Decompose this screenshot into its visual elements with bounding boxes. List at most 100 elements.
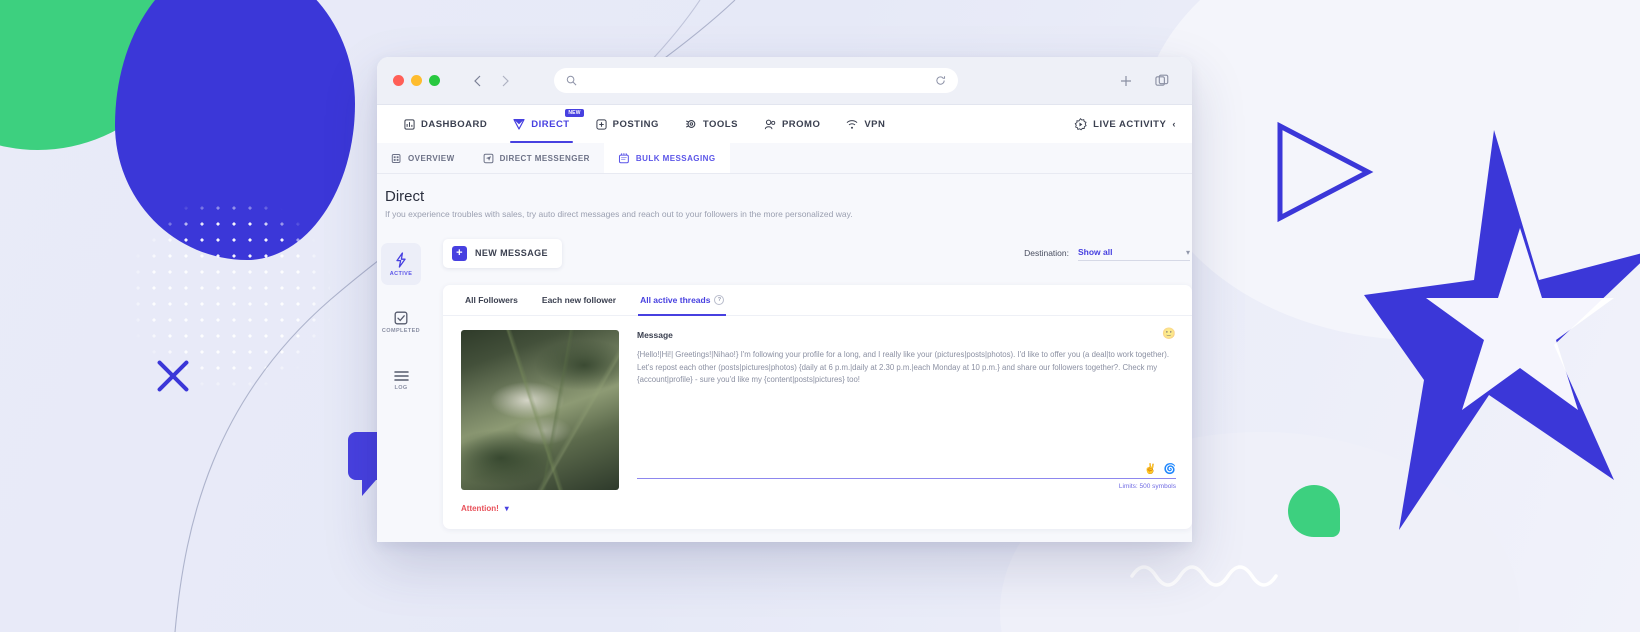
nav-label: POSTING (612, 118, 659, 130)
lightning-bolt-icon (396, 251, 406, 268)
destination-value: Show all (1078, 247, 1113, 257)
tab-label: All Followers (465, 295, 518, 305)
attention-toggle[interactable]: Attention! ▾ (461, 504, 509, 513)
nav-item-tools[interactable]: TOOLS (672, 105, 751, 143)
sidebar-label: COMPLETED (381, 327, 421, 334)
tab-all-followers[interactable]: All Followers (453, 285, 530, 315)
chevron-down-icon: ▾ (1185, 247, 1190, 257)
reload-icon[interactable] (935, 75, 946, 86)
message-textarea[interactable]: {Hello!|Hi!| Greetings!|Nihao!} I'm foll… (637, 349, 1176, 387)
destination-filter: Destination: Show all ▾ (1024, 245, 1192, 261)
forward-button[interactable] (492, 68, 518, 94)
attention-label: Attention! (461, 504, 499, 513)
wifi-icon (846, 119, 858, 129)
window-traffic-lights[interactable] (393, 75, 440, 86)
message-attachment-image[interactable] (461, 330, 619, 490)
browser-titlebar (377, 57, 1192, 105)
sidebar-item-log[interactable]: LOG (381, 359, 421, 401)
message-underline: ✌️ 🌀 (637, 464, 1176, 479)
message-field-label: Message (637, 330, 673, 340)
subtab-overview[interactable]: OVERVIEW (377, 143, 469, 173)
list-lines-icon (393, 370, 409, 381)
close-window-button[interactable] (393, 75, 404, 86)
tab-each-new-follower[interactable]: Each new follower (530, 285, 628, 315)
maximize-window-button[interactable] (429, 75, 440, 86)
message-card: All Followers Each new follower All acti… (443, 285, 1192, 529)
subtab-label: DIRECT MESSENGER (499, 153, 590, 163)
nav-label: DIRECT (531, 118, 570, 130)
gear-tools-icon (685, 120, 696, 128)
browser-nav-buttons (464, 68, 518, 94)
editor-tool-icons: ✌️ 🌀 (637, 464, 1176, 475)
nav-label: DASHBOARD (421, 118, 488, 130)
subtab-bulk-messaging[interactable]: BULK MESSAGING (603, 143, 730, 173)
nav-item-promo[interactable]: PROMO (751, 105, 833, 143)
live-activity-chevron-icon[interactable]: ‹ (1172, 119, 1176, 130)
message-editor: 🙂 Message {Hello!|Hi!| Greetings!|Nihao!… (637, 327, 1176, 490)
page-subtitle: If you experience troubles with sales, t… (385, 209, 853, 219)
subtab-label: OVERVIEW (408, 153, 455, 163)
sidebar-label: ACTIVE (389, 270, 413, 277)
wave-line-shape (1130, 565, 1278, 587)
nav-item-direct[interactable]: DIRECT NEW (500, 105, 584, 143)
copy-tabs-icon[interactable] (1155, 74, 1170, 88)
dashboard-icon (404, 118, 415, 130)
sidebar-item-active[interactable]: ACTIVE (381, 243, 421, 285)
help-icon[interactable]: ? (714, 295, 725, 305)
subtab-label: BULK MESSAGING (635, 153, 716, 163)
address-bar[interactable] (554, 68, 958, 93)
direct-send-icon (513, 119, 525, 130)
back-button[interactable] (464, 68, 490, 94)
sidebar-item-completed[interactable]: COMPLETED (381, 301, 421, 343)
x-cross-shape (152, 355, 194, 397)
card-footer: Attention! ▾ (443, 500, 1192, 525)
bulk-messaging-icon (618, 153, 629, 164)
image-layer-strands (461, 330, 619, 490)
status-sidebar: ACTIVE COMPLETED LOG (377, 227, 425, 542)
minimize-window-button[interactable] (411, 75, 422, 86)
new-message-label: NEW MESSAGE (475, 248, 548, 258)
users-icon (764, 119, 776, 129)
card-tab-bar: All Followers Each new follower All acti… (443, 285, 1192, 316)
titlebar-actions (1119, 74, 1176, 88)
sub-tab-bar: OVERVIEW DIRECT MESSENGER BULK MESSAGING (377, 143, 1192, 174)
nav-label: VPN (864, 118, 886, 130)
chevron-down-icon: ▾ (504, 504, 509, 513)
chevron-right-icon (502, 75, 509, 86)
page-content: ACTIVE COMPLETED LOG + NEW MESSAGE Desti… (377, 227, 1192, 542)
spin-emoji-icon[interactable]: 🌀 (1164, 464, 1176, 475)
nav-badge-new: NEW (565, 109, 584, 117)
search-icon (566, 75, 577, 86)
plus-icon[interactable] (1119, 74, 1133, 88)
nav-label: PROMO (781, 118, 821, 130)
tab-label: Each new follower (541, 295, 617, 305)
activity-gear-icon (1074, 117, 1087, 130)
plus-icon: + (452, 245, 467, 261)
destination-label: Destination: (1024, 248, 1069, 258)
tab-all-active-threads[interactable]: All active threads ? (628, 285, 736, 316)
nav-item-vpn[interactable]: VPN (833, 105, 898, 143)
nav-item-posting[interactable]: POSTING (583, 105, 672, 143)
tab-label: All active threads (640, 295, 711, 305)
app-navigation-bar: DASHBOARD DIRECT NEW POSTING TOOLS PROMO… (377, 105, 1192, 143)
green-dot-shape (1288, 485, 1340, 537)
sidebar-label: LOG (394, 384, 408, 391)
nav-label: TOOLS (702, 118, 738, 130)
content-toolbar: + NEW MESSAGE Destination: Show all ▾ (425, 227, 1192, 275)
card-body: 🙂 Message {Hello!|Hi!| Greetings!|Nihao!… (443, 316, 1192, 500)
live-activity-label: LIVE ACTIVITY (1093, 118, 1167, 130)
live-activity-button[interactable]: LIVE ACTIVITY ‹ (1074, 117, 1178, 131)
main-panel: + NEW MESSAGE Destination: Show all ▾ Al… (425, 227, 1192, 542)
subtab-direct-messenger[interactable]: DIRECT MESSENGER (469, 143, 604, 173)
grid-overview-icon (391, 153, 401, 163)
browser-window: DASHBOARD DIRECT NEW POSTING TOOLS PROMO… (377, 57, 1192, 542)
plus-square-icon (596, 118, 607, 130)
page-header: Direct If you experience troubles with s… (377, 174, 1192, 227)
nav-item-dashboard[interactable]: DASHBOARD (391, 105, 500, 143)
destination-select[interactable]: Show all ▾ (1078, 245, 1190, 261)
limits-counter: Limits: 500 symbols (1118, 483, 1176, 490)
page-title: Direct (385, 188, 425, 205)
new-message-button[interactable]: + NEW MESSAGE (443, 238, 562, 268)
hand-emoji-icon[interactable]: ✌️ (1144, 464, 1156, 475)
emoji-picker-button[interactable]: 🙂 (1162, 327, 1176, 340)
